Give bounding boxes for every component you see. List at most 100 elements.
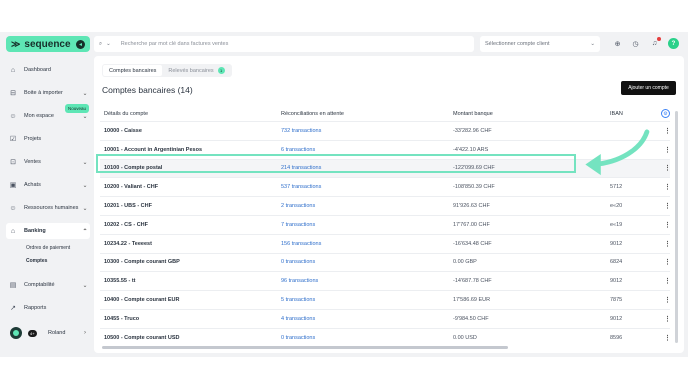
more-options-icon[interactable]: ⋮	[664, 240, 671, 248]
collapse-icon[interactable]: ◂	[76, 39, 85, 49]
bell-icon[interactable]: ♫	[649, 37, 661, 49]
sidebar-item-achats[interactable]: ▣ Achats ⌄	[6, 177, 90, 193]
table-row[interactable]: 10355.55 - tt 96 transactions -14'687.78…	[100, 271, 671, 290]
tab-label: Comptes bancaires	[109, 67, 157, 74]
column-header-reconciliations[interactable]: Réconciliations en attente	[281, 111, 344, 117]
reconciliation-link[interactable]: 0 transactions	[281, 259, 315, 265]
search-input[interactable]: Recherche par mot clé dans factures vent…	[121, 41, 229, 47]
avatar	[10, 327, 22, 339]
sidebar-item-label: Dashboard	[24, 67, 51, 73]
sidebar-item-label: Banking	[24, 228, 46, 234]
add-account-button[interactable]: Ajouter un compte	[621, 81, 676, 95]
chevron-right-icon: ›	[84, 330, 86, 336]
sidebar-subitem-ordres-de-paiement[interactable]: Ordres de paiement	[26, 245, 70, 251]
reconciliation-link[interactable]: 7 transactions	[281, 222, 315, 228]
reconciliation-link[interactable]: 6 transactions	[281, 147, 315, 153]
page-title: Comptes bancaires (14)	[102, 85, 193, 95]
search-scope-chevron-icon[interactable]: ⌄	[106, 41, 111, 47]
chevron-down-icon: ⌄	[82, 113, 88, 120]
sidebar-item-mon-espace[interactable]: ☺ Mon espace ⌄	[6, 108, 90, 124]
reconciliation-link[interactable]: 537 transactions	[281, 184, 321, 190]
column-header-montant[interactable]: Montant banque	[453, 111, 493, 117]
tab-label: Relevés bancaires	[168, 67, 214, 74]
bank-balance: -4'422.10 ARS	[453, 146, 489, 153]
table-row[interactable]: 10400 - Compte courant EUR 5 transaction…	[100, 290, 671, 309]
reconciliation-link[interactable]: 0 transactions	[281, 335, 315, 341]
person-icon: ☺	[9, 112, 17, 120]
vertical-scrollbar[interactable]	[675, 111, 678, 343]
more-options-icon[interactable]: ⋮	[664, 296, 671, 304]
reconciliation-link[interactable]: 156 transactions	[281, 241, 321, 247]
reconciliation-link[interactable]: 732 transactions	[281, 128, 321, 134]
sidebar-subitem-comptes[interactable]: Comptes	[26, 258, 47, 264]
sidebar-item-rapports[interactable]: ↗ Rapports	[6, 300, 90, 316]
reconciliation-link[interactable]: 2 transactions	[281, 203, 315, 209]
iban: 8596	[610, 334, 623, 341]
account-name: 10202 - CS - CHF	[104, 221, 149, 228]
clock-icon[interactable]: ◷	[630, 38, 641, 49]
table-row[interactable]: 10234.22 - Teeeest 156 transactions -16'…	[100, 233, 671, 253]
reconciliation-link[interactable]: 96 transactions	[281, 278, 318, 284]
sidebar-item-ressources-humaines[interactable]: ☺ Ressources humaines ⌄	[6, 200, 90, 216]
iban: 7875	[610, 297, 623, 304]
app-window: ≫ sequence ◂ ⌂ Dashboard Nouveau ⊟ Boite…	[0, 32, 688, 357]
sidebar-item-boite-a-importer[interactable]: ⊟ Boite à importer ⌄	[6, 85, 90, 101]
people-icon: ☺	[9, 204, 17, 212]
notification-count-badge: 4+	[28, 330, 37, 337]
table-row[interactable]: 10500 - Compte courant USD 0 transaction…	[100, 327, 671, 347]
reconciliation-link[interactable]: 4 transactions	[281, 316, 315, 322]
chevron-down-icon: ⌄	[590, 41, 595, 47]
sidebar-item-comptabilite[interactable]: ▤ Comptabilité ⌄	[6, 277, 90, 293]
brand-logo[interactable]: ≫ sequence ◂	[6, 36, 90, 52]
highlight-box	[96, 154, 576, 173]
tab-releves-bancaires[interactable]: Relevés bancaires 1	[162, 65, 230, 76]
more-options-icon[interactable]: ⋮	[664, 221, 671, 229]
ledger-icon: ▤	[9, 282, 17, 289]
account-name: 10500 - Compte courant USD	[104, 334, 180, 341]
more-options-icon[interactable]: ⋮	[664, 202, 671, 210]
account-name: 10001 - Account in Argentinian Pesos	[104, 146, 203, 153]
more-options-icon[interactable]: ⋮	[664, 164, 671, 172]
user-name: Roland	[48, 330, 66, 336]
tab-comptes-bancaires[interactable]: Comptes bancaires	[103, 65, 163, 76]
more-options-icon[interactable]: ⋮	[664, 146, 671, 154]
more-options-icon[interactable]: ⋮	[664, 183, 671, 191]
lock-icon: ⊡	[10, 159, 16, 166]
column-settings-icon[interactable]: ⚙	[661, 109, 670, 118]
table-row[interactable]: 10201 - UBS - CHF 2 transactions 91'926.…	[100, 196, 671, 215]
help-icon[interactable]: ?	[668, 38, 679, 49]
account-select[interactable]: Sélectionner compte client ⌄	[480, 36, 600, 52]
sidebar-item-label: Achats	[24, 182, 41, 188]
account-name: 10234.22 - Teeeest	[104, 240, 152, 247]
bank-balance: 91'926.63 CHF	[453, 203, 490, 210]
inbox-icon: ⊟	[10, 90, 16, 97]
column-header-iban[interactable]: IBAN	[610, 111, 623, 117]
bank-balance: -108'850.39 CHF	[453, 184, 495, 191]
sidebar-item-label: Ressources humaines	[24, 205, 79, 211]
more-options-icon[interactable]: ⋮	[664, 258, 671, 266]
table-row[interactable]: 10200 - Valiant - CHF 537 transactions -…	[100, 177, 671, 196]
chevron-down-icon: ⌄	[82, 205, 88, 212]
more-options-icon[interactable]: ⋮	[664, 334, 671, 342]
user-menu[interactable]: 4+ Roland ›	[10, 325, 86, 341]
more-options-icon[interactable]: ⋮	[664, 315, 671, 323]
sidebar-item-dashboard[interactable]: ⌂ Dashboard	[6, 62, 90, 78]
bank-balance: -16'634.48 CHF	[453, 240, 492, 247]
more-options-icon[interactable]: ⋮	[664, 127, 671, 135]
table-row[interactable]: 10300 - Compte courant GBP 0 transaction…	[100, 252, 671, 272]
more-options-icon[interactable]: ⋮	[664, 277, 671, 285]
bank-balance: 0.00 GBP	[453, 259, 477, 266]
sidebar-item-banking[interactable]: ⌂ Banking ⌃	[6, 223, 90, 239]
table-row[interactable]: 10202 - CS - CHF 7 transactions 17'767.0…	[100, 215, 671, 234]
add-circle-icon[interactable]: ⊕	[612, 38, 623, 49]
reconciliation-link[interactable]: 5 transactions	[281, 297, 315, 303]
column-header-details[interactable]: Détails du compte	[104, 111, 148, 117]
sidebar-item-label: Rapports	[24, 305, 47, 311]
brand-name: sequence	[24, 38, 71, 50]
sidebar-item-projets[interactable]: ☑ Projets	[6, 131, 90, 147]
horizontal-scrollbar[interactable]	[102, 346, 508, 349]
sidebar-item-label: Ventes	[24, 159, 41, 165]
search-bar[interactable]: ⌕ ⌄ Recherche par mot clé dans factures …	[94, 36, 474, 52]
sidebar-item-ventes[interactable]: ⊡ Ventes ⌄	[6, 154, 90, 170]
table-row[interactable]: 10455 - Truco 4 transactions -9'984.50 C…	[100, 309, 671, 328]
